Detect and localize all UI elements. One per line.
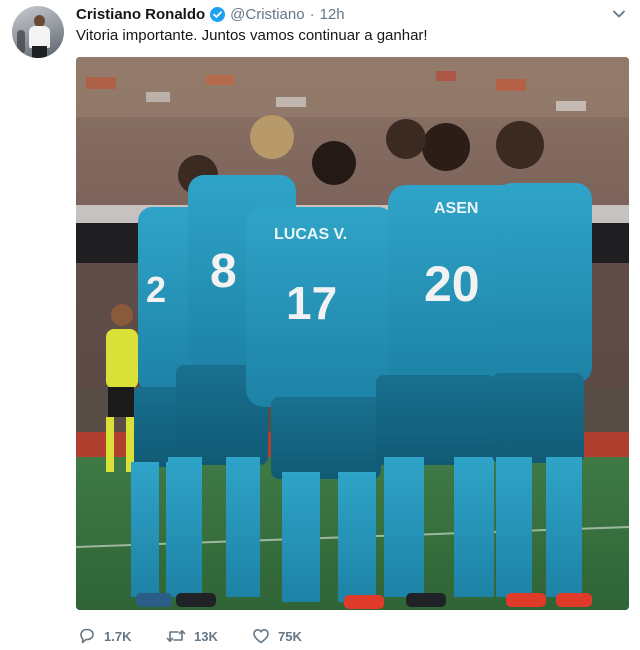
verified-badge-icon: [210, 6, 226, 22]
retweet-count: 13K: [194, 628, 218, 644]
tweet-card[interactable]: Cristiano Ronaldo @Cristiano · 12h Vitor…: [0, 0, 640, 650]
jersey-name-lucas: LUCAS V.: [274, 226, 347, 243]
tweet-photo[interactable]: 2 8 LUCAS V. 17 ASEN 20: [76, 57, 629, 610]
retweet-action[interactable]: 13K: [166, 627, 252, 645]
separator-dot: ·: [309, 5, 315, 23]
tweet-timestamp[interactable]: 12h: [320, 6, 345, 23]
heart-icon: [253, 629, 269, 644]
author-name[interactable]: Cristiano Ronaldo: [76, 6, 205, 23]
tweet-header: Cristiano Ronaldo @Cristiano · 12h: [76, 4, 628, 24]
jersey-name-asensio: ASEN: [434, 200, 478, 217]
jersey-number-17: 17: [286, 277, 337, 329]
tweet-actions: 1.7K 13K 75K: [78, 624, 340, 648]
like-action[interactable]: 75K: [252, 627, 340, 645]
author-avatar[interactable]: [12, 6, 64, 58]
reply-action[interactable]: 1.7K: [78, 627, 166, 645]
tweet-text: Vitoria importante. Juntos vamos continu…: [76, 27, 428, 44]
jersey-number-8: 8: [210, 245, 237, 298]
like-count: 75K: [278, 628, 302, 644]
author-handle[interactable]: @Cristiano: [230, 6, 304, 23]
jersey-number-2: 2: [146, 269, 166, 310]
retweet-icon: [166, 630, 186, 642]
reply-count: 1.7K: [104, 628, 132, 644]
reply-icon: [80, 628, 94, 644]
jersey-number-20: 20: [424, 256, 480, 312]
chevron-down-icon[interactable]: [612, 7, 626, 21]
